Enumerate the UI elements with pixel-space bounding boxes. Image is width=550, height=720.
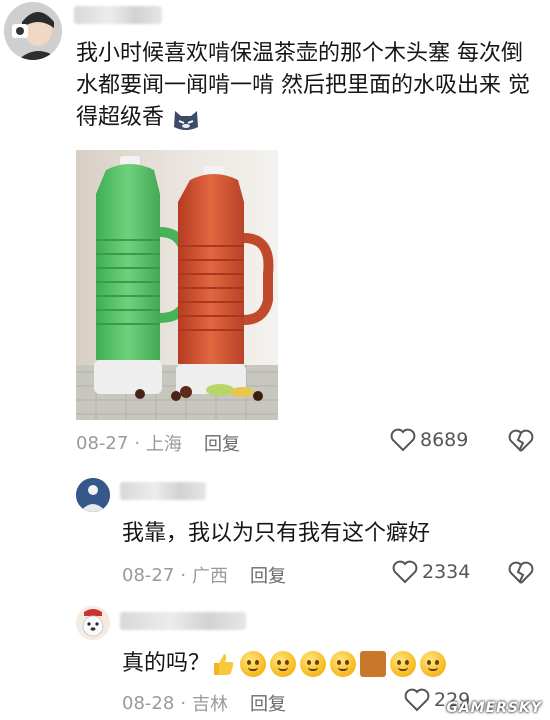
grin-emoji-icon <box>300 651 327 677</box>
meta-separator: · <box>180 564 187 586</box>
gamersky-watermark: GAMERSKY <box>446 700 542 716</box>
reply2-date: 08-28 <box>122 692 175 714</box>
thumbs-up-emoji-icon <box>210 651 236 677</box>
reply2-meta: 08-28 · 吉林 回复 <box>122 690 286 716</box>
reply1-like-count: 2334 <box>422 561 471 583</box>
reply2-location: 吉林 <box>192 694 229 715</box>
crying-emoji-icon <box>270 651 297 677</box>
smile-emoji-icon <box>330 651 357 677</box>
cat-emoji-icon <box>360 651 387 677</box>
reply1-dislike-button[interactable] <box>508 561 534 589</box>
main-like-button[interactable]: 8689 <box>390 428 468 452</box>
crying-emoji-icon <box>240 651 267 677</box>
broken-heart-icon <box>508 429 534 452</box>
thermos-photo[interactable] <box>76 150 278 420</box>
main-reply-button[interactable]: 回复 <box>204 430 240 456</box>
relieved-emoji-icon <box>390 651 417 677</box>
main-comment-body: 我小时候喜欢啃保温茶壶的那个木头塞 每次倒水都要闻一闻啃一啃 然后把里面的水吸出… <box>76 41 530 130</box>
reply1-name[interactable] <box>120 482 206 500</box>
avatar-photo-icon <box>76 478 110 512</box>
reply2-name[interactable] <box>120 612 246 630</box>
main-comment-location: 上海 <box>146 434 183 455</box>
reply1-avatar[interactable] <box>76 478 110 512</box>
main-comment-text: 我小时候喜欢啃保温茶壶的那个木头塞 每次倒水都要闻一闻啃一啃 然后把里面的水吸出… <box>76 38 532 134</box>
main-like-count: 8689 <box>420 429 469 451</box>
reply2-avatar[interactable] <box>76 606 110 640</box>
main-commenter-avatar[interactable] <box>4 2 62 60</box>
reply1-like-button[interactable]: 2334 <box>392 560 470 584</box>
reply1-text: 我靠，我以为只有我有这个癖好 <box>122 521 431 546</box>
reply2-reply-button[interactable]: 回复 <box>250 690 286 716</box>
dizzy-emoji-icon <box>420 651 447 677</box>
reply1-location: 广西 <box>192 566 229 587</box>
reply1-date: 08-27 <box>122 564 175 586</box>
heart-icon <box>392 560 418 584</box>
cat-sticker-icon <box>171 105 201 131</box>
reply2-body: 真的吗？ <box>122 651 211 676</box>
main-comment-date: 08-27 <box>76 432 129 454</box>
thermos-bottles-image <box>76 150 278 420</box>
dog-avatar-icon <box>76 606 110 640</box>
reply1-meta: 08-27 · 广西 回复 <box>122 562 286 588</box>
reply2-text: 真的吗？ <box>122 648 522 680</box>
reply1-reply-button[interactable]: 回复 <box>250 562 286 588</box>
broken-heart-icon <box>508 561 534 584</box>
main-comment-meta: 08-27 · 上海 回复 <box>76 430 240 456</box>
main-commenter-name[interactable] <box>74 6 162 24</box>
heart-icon <box>390 428 416 452</box>
avatar-photo-icon <box>4 2 62 60</box>
meta-separator: · <box>180 692 187 714</box>
heart-icon <box>404 688 430 712</box>
meta-separator: · <box>134 432 141 454</box>
main-dislike-button[interactable] <box>508 429 534 457</box>
